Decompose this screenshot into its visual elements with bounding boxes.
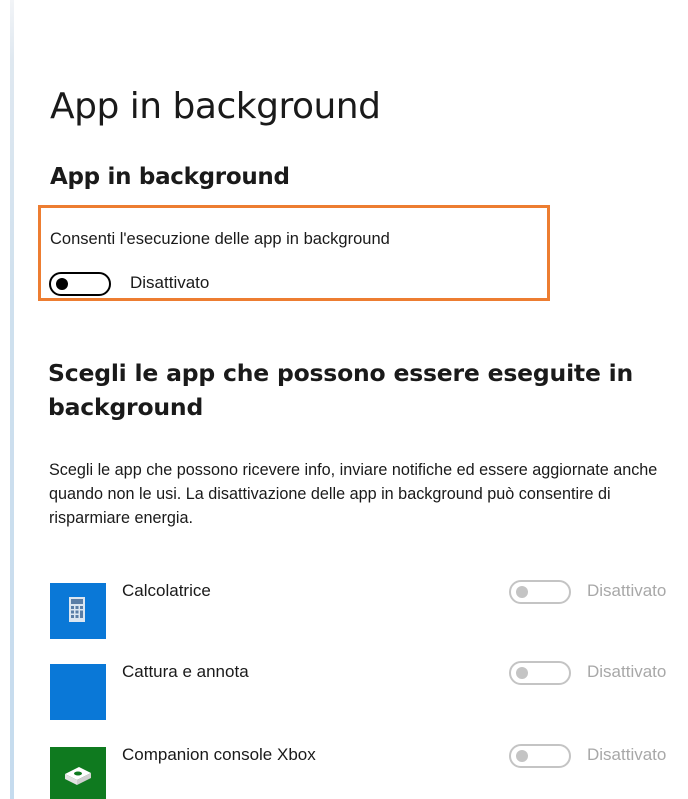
apps-section-heading: Scegli le app che possono essere eseguit… [48,359,634,421]
toggle-knob [516,586,528,598]
app-toggle-cattura-e-annota[interactable] [509,661,571,685]
background-apps-toggle[interactable] [49,272,111,296]
app-toggle-companion-console-xbox[interactable] [509,744,571,768]
navigation-pane-border [10,0,14,799]
master-toggle-label: Consenti l'esecuzione delle app in backg… [50,230,390,248]
app-row-calcolatrice: Calcolatrice Disattivato [49,580,688,643]
calculator-icon [50,583,106,639]
snip-sketch-icon [50,664,106,720]
toggle-knob [516,750,528,762]
toggle-knob [56,278,68,290]
page-title: App in background [50,86,381,127]
app-row-companion-console-xbox: Companion console Xbox Disattivato [49,744,688,799]
app-toggle-state: Disattivato [587,745,667,764]
section-title: App in background [50,164,290,190]
toggle-knob [516,667,528,679]
app-name: Calcolatrice [122,581,211,600]
app-name: Companion console Xbox [122,745,316,764]
navigation-pane-edge [0,0,14,799]
app-toggle-state: Disattivato [587,581,667,600]
app-toggle-state: Disattivato [587,662,667,681]
app-row-cattura-e-annota: Cattura e annota Disattivato [49,661,688,724]
apps-section-description: Scegli le app che possono ricevere info,… [49,461,658,527]
app-name: Cattura e annota [122,662,249,681]
settings-page: App in background App in background Cons… [0,0,688,799]
master-toggle-state: Disattivato [130,273,210,292]
highlight-frame [38,205,550,301]
app-toggle-calcolatrice[interactable] [509,580,571,604]
xbox-console-icon [50,747,106,799]
